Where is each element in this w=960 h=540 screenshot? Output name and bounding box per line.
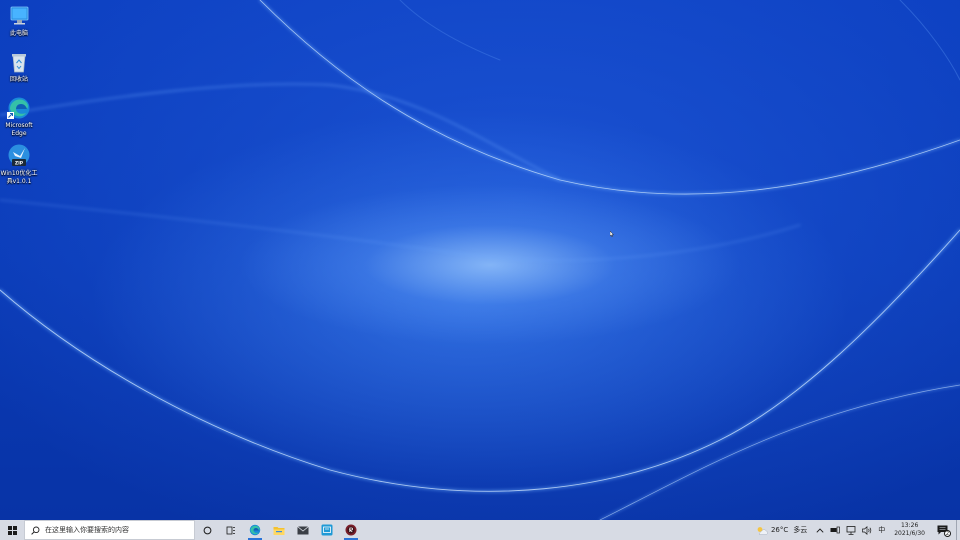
desktop-icon-label: 回收站 xyxy=(9,76,28,83)
taskbar-search-box[interactable]: 在这里输入你要搜索的内容 xyxy=(24,520,195,540)
task-view-button[interactable] xyxy=(219,520,243,540)
zip-tool-icon: ZIP xyxy=(7,144,31,168)
taskbar-app-button[interactable] xyxy=(339,520,363,540)
desktop-icon-this-pc[interactable]: 此电脑 xyxy=(0,4,38,38)
cortana-button[interactable] xyxy=(195,520,219,540)
weather-condition: 多云 xyxy=(793,526,808,534)
taskbar-edge-button[interactable] xyxy=(243,520,267,540)
show-hidden-icons-button[interactable] xyxy=(813,520,827,540)
volume-button[interactable] xyxy=(859,520,875,540)
weather-widget[interactable]: 26°C 多云 xyxy=(753,520,813,540)
store-icon xyxy=(321,524,333,536)
desktop-icons: 此电脑 回收站 Microsoft Edge ZIP Win10优化工具v1.0… xyxy=(0,4,38,194)
input-method-button[interactable]: 中 xyxy=(875,520,888,540)
edge-icon xyxy=(7,96,31,120)
weather-temperature: 26°C xyxy=(770,526,789,534)
this-pc-icon xyxy=(7,4,31,28)
notification-count-badge: 2 xyxy=(944,530,951,537)
desktop[interactable]: 此电脑 回收站 Microsoft Edge ZIP Win10优化工具v1.0… xyxy=(0,0,960,520)
cortana-icon xyxy=(203,526,211,534)
edge-icon xyxy=(249,524,261,536)
task-view-icon xyxy=(226,526,235,534)
desktop-icon-edge[interactable]: Microsoft Edge xyxy=(0,96,38,138)
network-button[interactable] xyxy=(843,520,859,540)
clock-time: 13:26 xyxy=(900,522,919,529)
windows-logo-icon xyxy=(7,525,17,535)
action-center-button[interactable]: 2 xyxy=(931,520,954,540)
taskbar: 在这里输入你要搜索的内容 26°C 多云 中 13:26 2021/6/30 2 xyxy=(0,520,960,540)
desktop-icon-label: Microsoft Edge xyxy=(5,122,33,137)
partly-cloudy-icon xyxy=(757,526,768,535)
clock-date: 2021/6/30 xyxy=(894,530,925,537)
tray-people-button[interactable] xyxy=(827,520,843,540)
taskbar-store-button[interactable] xyxy=(315,520,339,540)
speaker-icon xyxy=(862,525,872,535)
desktop-icon-win10-tool[interactable]: ZIP Win10优化工具v1.0.1 xyxy=(0,144,38,186)
search-placeholder: 在这里输入你要搜索的内容 xyxy=(45,526,129,534)
start-button[interactable] xyxy=(0,520,24,540)
search-icon xyxy=(31,526,40,535)
desktop-icon-label: Win10优化工具v1.0.1 xyxy=(0,170,38,185)
system-tray: 26°C 多云 中 13:26 2021/6/30 2 xyxy=(753,520,960,540)
svg-text:ZIP: ZIP xyxy=(15,161,24,167)
chevron-up-icon xyxy=(816,527,824,533)
show-desktop-button[interactable] xyxy=(956,520,960,540)
desktop-icon-recycle-bin[interactable]: 回收站 xyxy=(0,50,38,84)
taskbar-file-explorer-button[interactable] xyxy=(267,520,291,540)
app-icon xyxy=(345,524,357,536)
desktop-icon-label: 此电脑 xyxy=(9,30,28,37)
mouse-cursor-icon xyxy=(610,231,614,237)
file-explorer-icon xyxy=(273,526,285,535)
network-icon xyxy=(846,525,856,535)
device-icon xyxy=(830,526,841,534)
clock[interactable]: 13:26 2021/6/30 xyxy=(888,520,931,540)
wallpaper-curves xyxy=(0,0,960,520)
mail-icon xyxy=(297,525,309,534)
taskbar-mail-button[interactable] xyxy=(291,520,315,540)
recycle-bin-icon xyxy=(7,50,31,74)
